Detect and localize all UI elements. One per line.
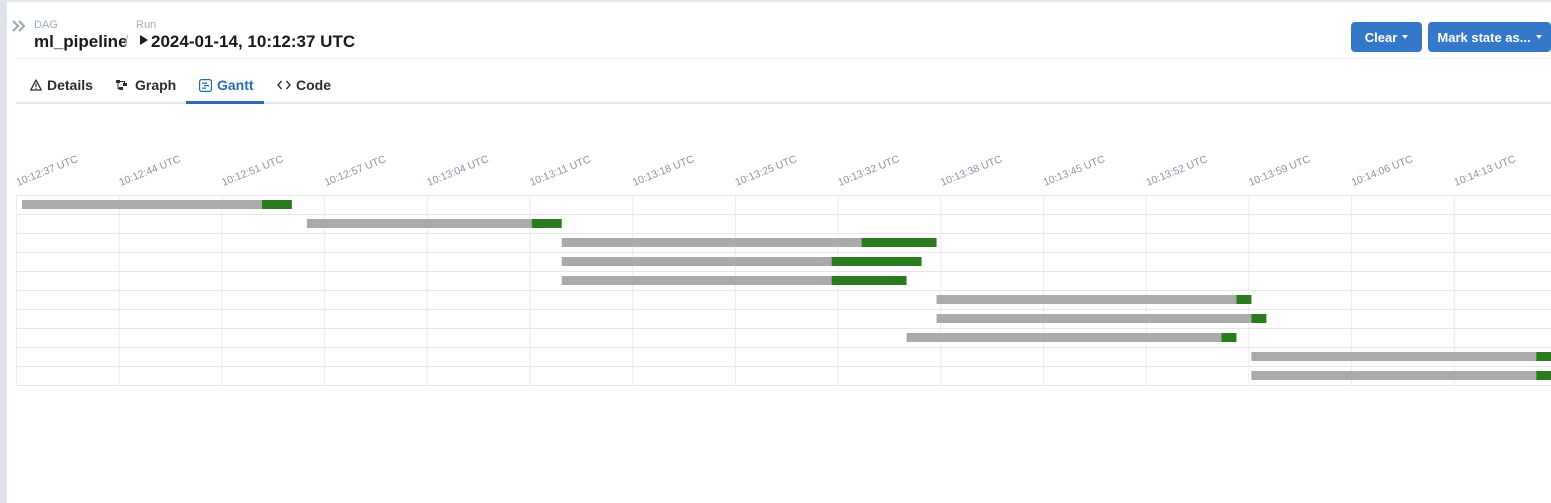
gantt-tick-label: 10:13:38 UTC <box>939 153 1004 189</box>
gantt-tick-label: 10:13:52 UTC <box>1144 153 1209 189</box>
gantt-task-bar[interactable] <box>831 257 922 266</box>
gantt-tick-label: 10:12:37 UTC <box>15 153 80 189</box>
dag-name-link[interactable]: ml_pipeline <box>34 32 128 52</box>
gantt-queued-bar <box>1251 352 1537 361</box>
gantt-tick-label: 10:13:18 UTC <box>631 153 696 189</box>
tab-code[interactable]: Code <box>277 76 331 94</box>
gantt-queued-bar <box>936 314 1252 323</box>
gantt-tick-label: 10:13:25 UTC <box>734 153 799 189</box>
gantt-icon <box>199 78 212 92</box>
warning-triangle-icon <box>30 79 42 91</box>
run-id[interactable]: 2024-01-14, 10:12:37 UTC <box>151 32 355 52</box>
run-label: Run <box>136 19 157 31</box>
tab-gantt[interactable]: Gantt <box>199 76 254 94</box>
breadcrumb-separator: / <box>124 33 129 50</box>
gantt-tick-label: 10:12:57 UTC <box>323 153 388 189</box>
tab-gantt-label: Gantt <box>217 77 254 93</box>
gantt-tick-label: 10:14:06 UTC <box>1350 153 1415 189</box>
gantt-tick-label: 10:12:51 UTC <box>220 153 285 189</box>
tab-details[interactable]: Details <box>30 76 93 94</box>
gantt-queued-bar <box>306 219 532 228</box>
code-icon <box>277 80 291 90</box>
gantt-task-bar[interactable] <box>861 238 937 247</box>
graph-icon <box>116 80 127 90</box>
gantt-task-bar[interactable] <box>1236 295 1252 304</box>
gantt-task-bar[interactable] <box>1536 371 1551 380</box>
gantt-tick-label: 10:13:11 UTC <box>528 153 593 188</box>
mark-state-button[interactable]: Mark state as... <box>1428 22 1551 52</box>
gantt-task-bar[interactable] <box>1221 333 1237 342</box>
gantt-task-bar[interactable] <box>1251 314 1267 323</box>
clear-button-label: Clear <box>1364 29 1398 45</box>
gantt-task-bar[interactable] <box>531 219 562 228</box>
gantt-tick-label: 10:13:59 UTC <box>1247 153 1312 189</box>
gantt-tick-label: 10:14:13 UTC <box>1452 153 1517 189</box>
header-divider <box>16 58 1551 59</box>
tab-code-label: Code <box>296 77 331 93</box>
gantt-queued-bar <box>22 200 262 209</box>
top-border <box>0 0 1551 2</box>
dag-label: DAG <box>34 19 58 31</box>
tab-details-label: Details <box>47 77 93 93</box>
gantt-queued-bar <box>906 333 1222 342</box>
gantt-task-bar[interactable] <box>1536 352 1551 361</box>
gantt-queued-bar <box>936 295 1237 304</box>
caret-down-icon <box>1402 35 1409 39</box>
gantt-queued-bar <box>561 257 832 266</box>
tab-graph-label: Graph <box>135 77 177 93</box>
gantt-queued-bar <box>561 238 862 247</box>
chevrons-right-icon[interactable] <box>10 17 28 35</box>
gantt-chart: 10:12:37 UTC 10:12:44 UTC 10:12:51 UTC 10:1… <box>15 153 1551 386</box>
clear-button[interactable]: Clear <box>1351 22 1422 52</box>
gantt-queued-bar <box>561 276 832 285</box>
play-icon <box>140 35 148 45</box>
gantt-tick-label: 10:13:45 UTC <box>1042 153 1107 189</box>
mark-state-button-label: Mark state as... <box>1437 29 1531 45</box>
gantt-queued-bar <box>1251 371 1537 380</box>
gantt-tick-label: 10:12:44 UTC <box>117 153 182 189</box>
gantt-task-bar[interactable] <box>831 276 907 285</box>
tab-graph[interactable]: Graph <box>116 76 176 94</box>
gantt-tick-label: 10:13:32 UTC <box>836 153 901 189</box>
caret-down-icon <box>1535 35 1542 39</box>
gantt-tick-label: 10:13:04 UTC <box>425 153 490 189</box>
gantt-task-bar[interactable] <box>261 200 292 209</box>
